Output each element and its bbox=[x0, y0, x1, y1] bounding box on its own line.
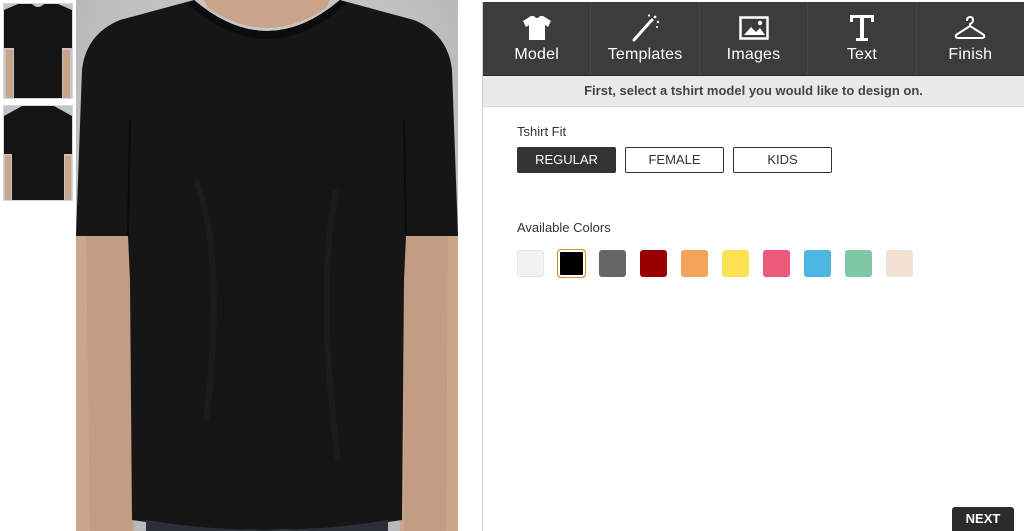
thumbnail-front[interactable] bbox=[3, 3, 73, 99]
text-icon bbox=[849, 14, 875, 42]
tab-templates[interactable]: Templates bbox=[591, 2, 700, 75]
tab-images-label: Images bbox=[726, 46, 781, 63]
tab-finish[interactable]: Finish bbox=[917, 2, 1024, 75]
fit-female-button[interactable]: FEMALE bbox=[625, 147, 724, 173]
tshirt-preview-image bbox=[76, 0, 458, 531]
color-swatch[interactable] bbox=[763, 250, 790, 277]
color-swatch[interactable] bbox=[557, 249, 586, 278]
color-swatch[interactable] bbox=[517, 250, 544, 277]
tab-finish-label: Finish bbox=[948, 46, 993, 63]
fit-options: REGULAR FEMALE KIDS bbox=[517, 147, 832, 173]
magic-wand-icon bbox=[630, 14, 660, 42]
color-swatch[interactable] bbox=[599, 250, 626, 277]
color-swatch[interactable] bbox=[722, 250, 749, 277]
color-swatch[interactable] bbox=[681, 250, 708, 277]
tab-templates-label: Templates bbox=[607, 46, 683, 63]
tab-text-label: Text bbox=[846, 46, 877, 63]
image-icon bbox=[738, 14, 769, 42]
fit-section-title: Tshirt Fit bbox=[517, 124, 567, 139]
thumbnail-back[interactable] bbox=[3, 105, 73, 201]
next-button[interactable]: NEXT bbox=[952, 507, 1014, 531]
fit-kids-button[interactable]: KIDS bbox=[733, 147, 832, 173]
designer-panel: Model Templates Images Text Finish First… bbox=[482, 2, 1024, 531]
color-swatch[interactable] bbox=[804, 250, 831, 277]
designer-toolbar: Model Templates Images Text Finish bbox=[483, 2, 1024, 76]
color-swatch[interactable] bbox=[845, 250, 872, 277]
tab-model[interactable]: Model bbox=[483, 2, 592, 75]
tab-text[interactable]: Text bbox=[808, 2, 917, 75]
color-swatch[interactable] bbox=[640, 250, 667, 277]
colors-section-title: Available Colors bbox=[517, 220, 611, 235]
color-swatches bbox=[517, 249, 913, 278]
tab-model-label: Model bbox=[514, 46, 559, 63]
tshirt-preview bbox=[76, 0, 458, 531]
tshirt-back-thumb-image bbox=[4, 106, 72, 200]
view-thumbnails bbox=[3, 3, 73, 207]
tshirt-front-thumb-image bbox=[4, 4, 72, 98]
tshirt-icon bbox=[522, 14, 552, 42]
tab-images[interactable]: Images bbox=[700, 2, 809, 75]
hanger-icon bbox=[954, 14, 986, 42]
color-swatch[interactable] bbox=[886, 250, 913, 277]
instruction-banner: First, select a tshirt model you would l… bbox=[483, 76, 1024, 107]
fit-regular-button[interactable]: REGULAR bbox=[517, 147, 616, 173]
